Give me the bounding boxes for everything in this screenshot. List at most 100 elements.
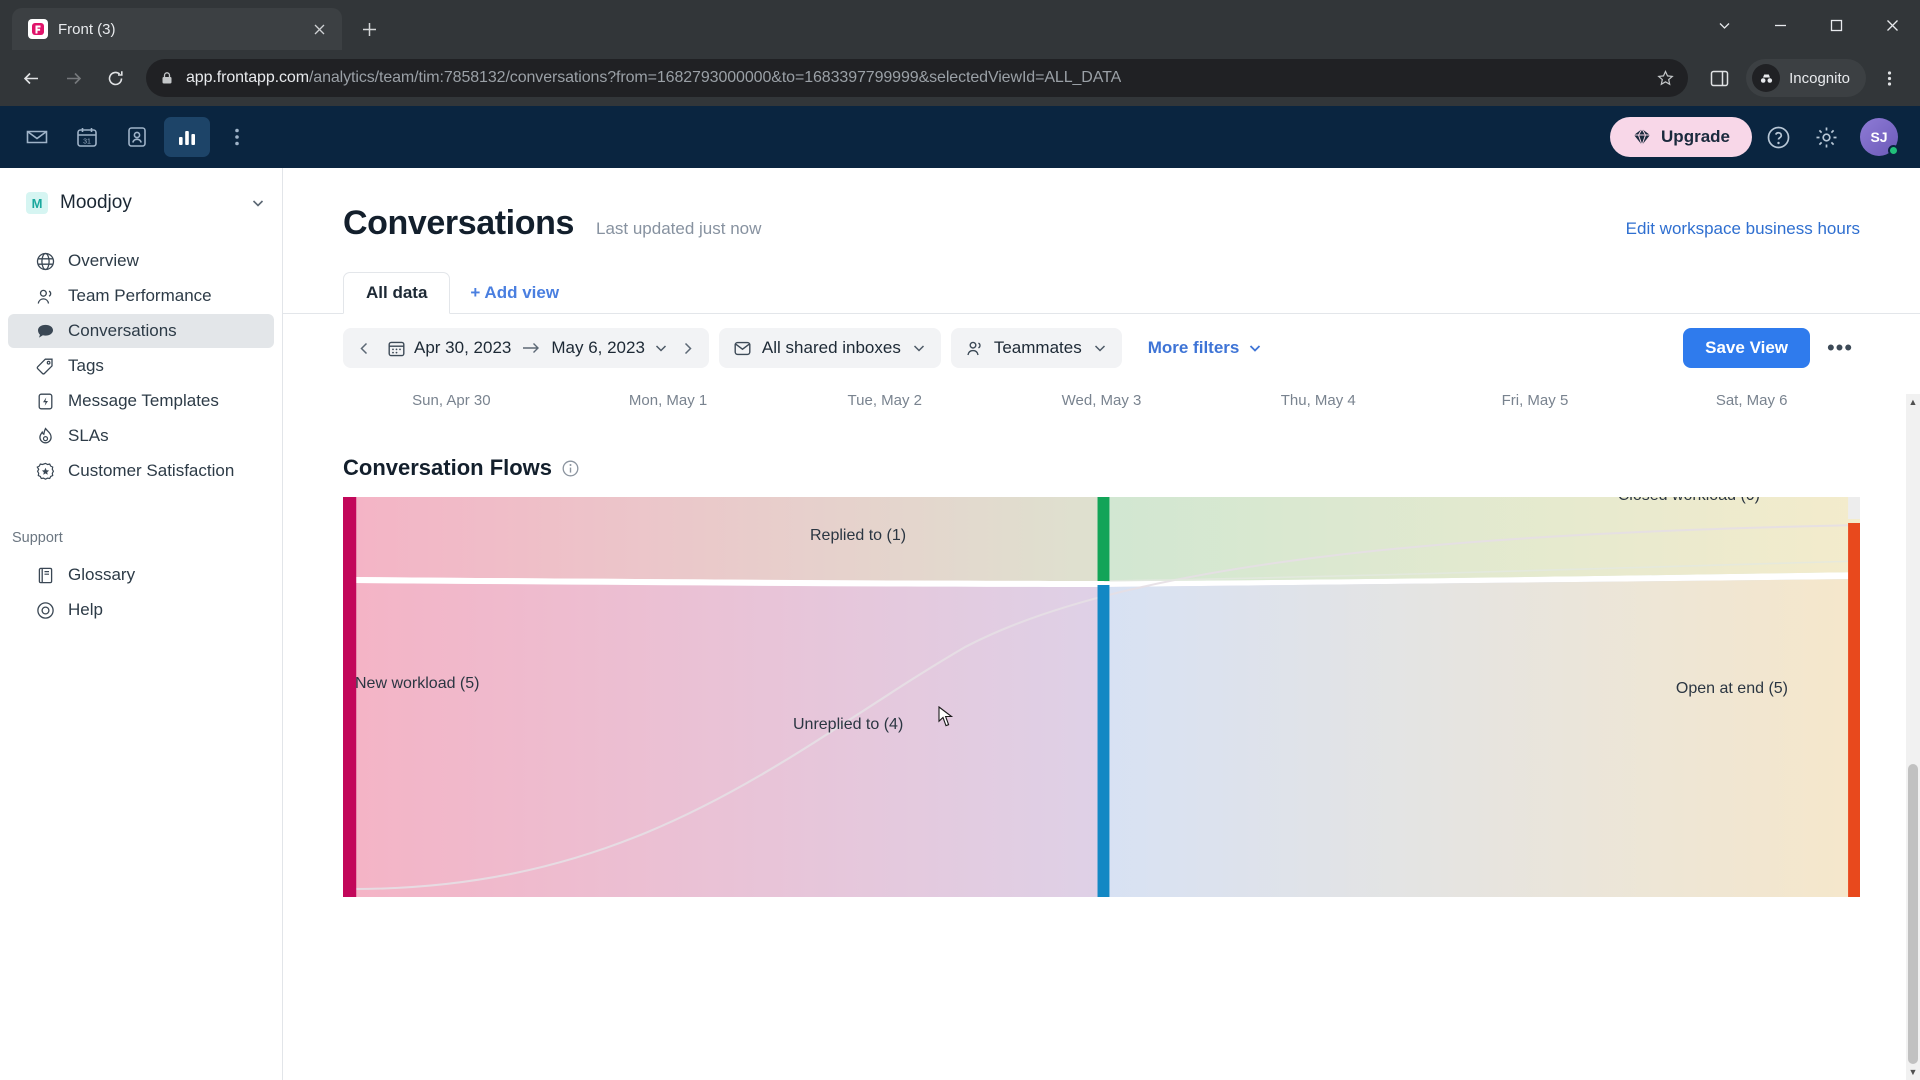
sidebar-item-label: Customer Satisfaction [68,461,235,480]
url-text: app.frontapp.com/analytics/team/tim:7858… [186,69,1121,87]
chevron-right-icon[interactable] [675,341,701,356]
workspace-badge: M [26,192,48,214]
upgrade-label: Upgrade [1661,127,1730,146]
day-axis-label: Thu, May 4 [1280,392,1356,409]
conversation-flows-header: Conversation Flows [283,409,1920,481]
maximize-icon[interactable] [1808,0,1864,50]
help-circle-icon[interactable] [1756,115,1800,159]
inbox-icon [733,339,752,358]
chevron-down-icon[interactable] [653,340,669,356]
kebab-menu-icon[interactable] [1870,59,1908,97]
sidebar-item-overview[interactable]: Overview [8,244,274,278]
more-filters-button[interactable]: More filters [1148,338,1264,358]
incognito-indicator[interactable]: Incognito [1746,59,1866,97]
sankey-label-unreplied-to: Unreplied to (4) [793,716,904,733]
reload-icon[interactable] [96,59,134,97]
edit-business-hours-link[interactable]: Edit workspace business hours [1626,219,1860,239]
more-filters-label: More filters [1147,338,1240,357]
date-to[interactable]: May 6, 2023 [549,338,647,358]
chevron-down-icon[interactable] [1696,0,1752,50]
contacts-icon[interactable] [114,117,160,157]
more-kebab-icon[interactable] [214,117,260,157]
close-icon[interactable] [308,18,330,40]
date-range-picker[interactable]: Apr 30, 2023 May 6, 2023 [343,328,709,368]
sankey-label-closed-workload: Closed workload (0) [1618,497,1760,505]
day-axis: Sun, Apr 30 Mon, May 1 Tue, May 2 Wed, M… [283,368,1920,409]
sidebar-item-customer-satisfaction[interactable]: Customer Satisfaction [8,454,274,488]
inbox-icon[interactable] [14,117,60,157]
app-body: M Moodjoy Overview Team Performance Conv… [0,168,1920,1080]
teammates-filter-label: Teammates [993,338,1082,357]
chevron-down-icon[interactable] [1092,340,1108,356]
workspace-selector[interactable]: M Moodjoy [0,182,282,224]
address-bar[interactable]: app.frontapp.com/analytics/team/tim:7858… [146,59,1689,97]
close-icon[interactable] [1864,0,1920,50]
sidebar-item-team-performance[interactable]: Team Performance [8,279,274,313]
sidebar-item-label: Glossary [68,565,136,584]
lifebuoy-icon [35,601,55,620]
filter-bar: Apr 30, 2023 May 6, 2023 All shared inbo… [283,314,1920,368]
day-axis-label: Wed, May 3 [1061,392,1142,409]
incognito-label: Incognito [1789,69,1850,87]
sankey-node-replied-to [1097,497,1110,581]
scroll-down-arrow-icon[interactable]: ▼ [1906,1064,1920,1080]
browser-tabstrip: Front (3) [0,0,1920,50]
page-title: Conversations [343,204,574,242]
sankey-chart: New workload (5) Replied to (1) Unreplie… [343,497,1860,897]
window-controls [1696,0,1920,50]
sidebar: M Moodjoy Overview Team Performance Conv… [0,168,283,1080]
last-updated-label: Last updated just now [595,219,762,238]
page-header: Conversations Last updated just now Edit… [283,204,1920,243]
sidebar-item-help[interactable]: Help [8,593,274,627]
tab-all-data[interactable]: All data [343,272,451,314]
add-view-button[interactable]: + Add view [450,273,579,313]
avatar[interactable]: SJ [1860,118,1899,156]
browser-tab[interactable]: Front (3) [12,8,342,50]
upgrade-button[interactable]: Upgrade [1610,117,1752,157]
date-from[interactable]: Apr 30, 2023 [412,338,513,358]
gear-icon[interactable] [1804,115,1848,159]
sidebar-item-slas[interactable]: SLAs [8,419,274,453]
chevron-down-icon[interactable] [1247,340,1263,356]
view-tabs: All data + Add view [283,271,1920,314]
sidebar-item-label: Tags [68,356,104,375]
sankey-svg [343,497,1860,897]
side-panel-icon[interactable] [1700,59,1738,97]
date-arrow-icon [519,341,543,355]
front-logo-icon [28,19,48,39]
conversation-flows-title: Conversation Flows [343,455,553,480]
inbox-filter-label: All shared inboxes [761,338,901,357]
chevron-down-icon[interactable] [250,195,266,211]
sidebar-item-label: Help [68,600,103,619]
sidebar-item-conversations[interactable]: Conversations [8,314,274,348]
people-icon [35,287,55,306]
sidebar-item-glossary[interactable]: Glossary [8,558,274,592]
inbox-filter[interactable]: All shared inboxes [718,328,941,368]
sidebar-item-tags[interactable]: Tags [8,349,274,383]
save-view-button[interactable]: Save View [1683,328,1810,368]
chevron-down-icon[interactable] [911,340,927,356]
sidebar-item-label: SLAs [68,426,109,445]
scrollbar-thumb[interactable] [1908,764,1918,1064]
day-axis-label: Fri, May 5 [1501,392,1569,409]
analytics-bar-chart-icon[interactable] [164,117,210,157]
person-icon [965,339,984,358]
new-tab-button[interactable] [352,12,386,46]
star-icon[interactable] [1657,69,1674,87]
minimize-icon[interactable] [1752,0,1808,50]
info-circle-icon[interactable] [562,460,579,477]
teammates-filter[interactable]: Teammates [950,328,1122,368]
back-arrow-icon[interactable] [12,59,50,97]
overflow-menu-button[interactable]: ••• [1820,328,1860,368]
main-content: Conversations Last updated just now Edit… [283,168,1920,1080]
scroll-up-arrow-icon[interactable]: ▲ [1906,394,1920,410]
star-badge-icon [35,462,55,481]
template-icon [35,392,55,411]
calendar-icon[interactable]: 31 [64,117,110,157]
browser-chrome: Front (3) app.frontapp.com/analytics/tea… [0,0,1920,106]
sankey-node-closed-workload [1848,497,1860,519]
sidebar-item-message-templates[interactable]: Message Templates [8,384,274,418]
diamond-icon [1632,127,1652,147]
vertical-scrollbar[interactable]: ▲ ▼ [1906,394,1920,1080]
chevron-left-icon[interactable] [351,341,377,356]
